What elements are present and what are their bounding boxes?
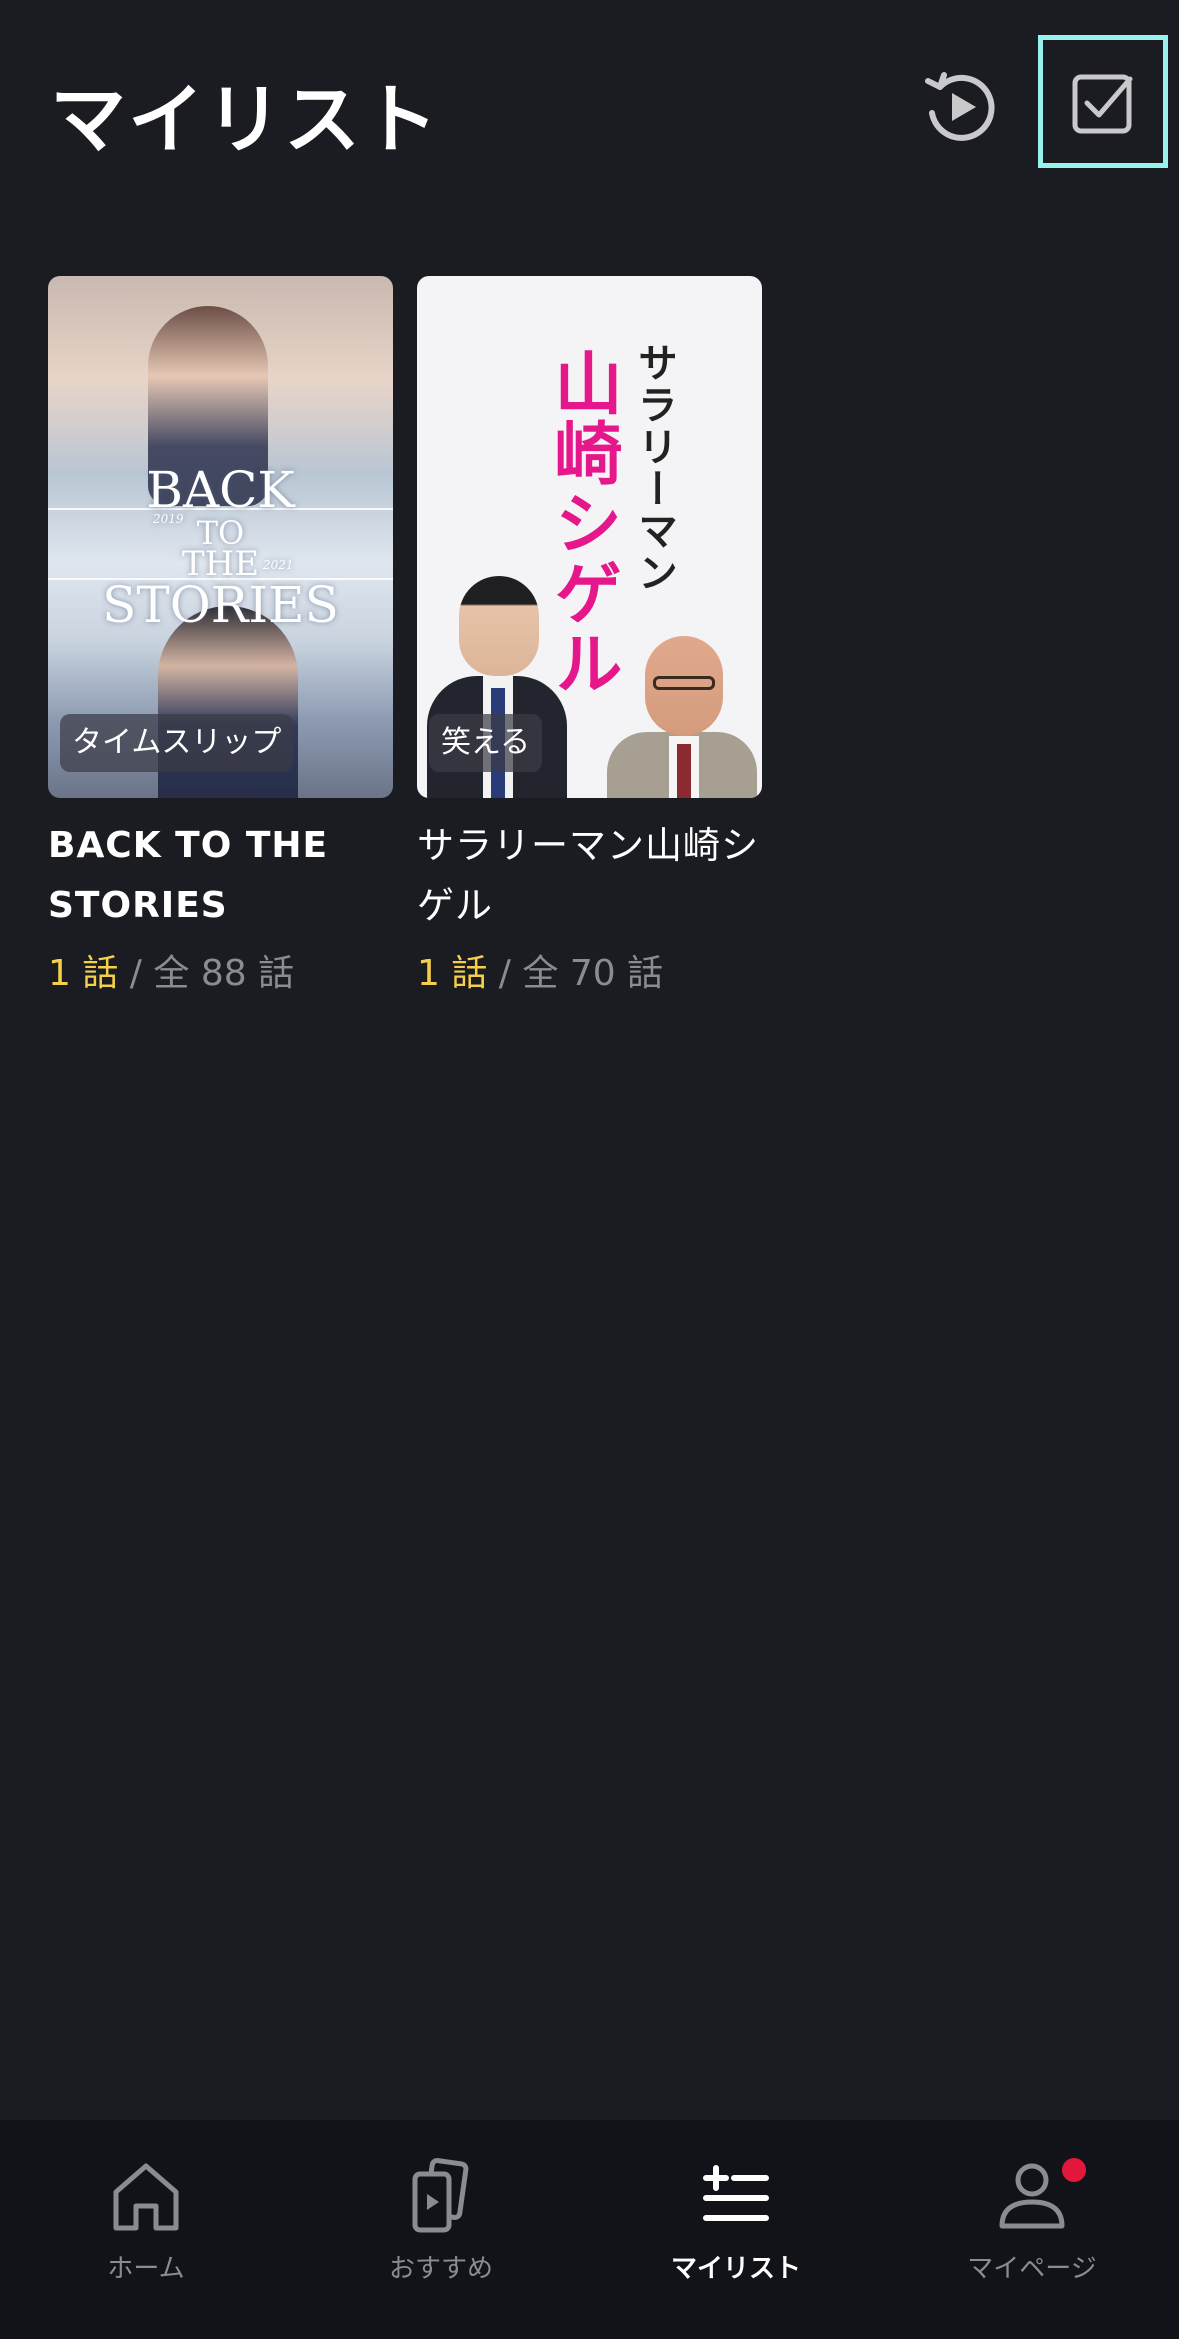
tab-label: マイリスト bbox=[670, 2254, 801, 2284]
tab-label: ホーム bbox=[107, 2254, 185, 2284]
card-title-line: BACK TO THE bbox=[48, 825, 329, 866]
user-icon bbox=[992, 2156, 1072, 2236]
episode-progress: 1 話 / 全 88 話 bbox=[48, 944, 393, 996]
card-title-line: サラリーマン山崎シ bbox=[417, 824, 759, 867]
episode-total: / 全 88 話 bbox=[118, 953, 295, 994]
mylist-card[interactable]: BACK TO THE STORIES 2019 2021 タイムスリップ BA… bbox=[48, 276, 393, 996]
genre-tag: タイムスリップ bbox=[60, 714, 294, 772]
checkbox-select-icon bbox=[1072, 74, 1133, 133]
home-icon bbox=[106, 2156, 186, 2236]
genre-tag: 笑える bbox=[429, 714, 543, 772]
poster-thumbnail[interactable]: サラリーマン 山崎シゲル 笑える bbox=[417, 276, 762, 798]
tab-mylist[interactable]: マイリスト bbox=[626, 2156, 846, 2296]
poster-title-text: STORIES bbox=[102, 576, 339, 634]
card-title[interactable]: サラリーマン山崎シ ゲル bbox=[417, 816, 762, 936]
tab-home[interactable]: ホーム bbox=[36, 2156, 256, 2296]
poster-subtitle-text: サラリーマン bbox=[631, 342, 677, 594]
episode-total: / 全 70 話 bbox=[487, 953, 664, 994]
page-title: マイリスト bbox=[50, 75, 440, 164]
mylist-card[interactable]: サラリーマン 山崎シゲル 笑える サラリーマン山崎シ ゲル 1 話 / 全 70… bbox=[417, 276, 762, 996]
card-title[interactable]: BACK TO THE STORIES bbox=[48, 816, 393, 936]
poster-title-text: BACK bbox=[146, 461, 295, 519]
poster-year: 2019 bbox=[153, 512, 184, 526]
poster-year: 2021 bbox=[263, 558, 294, 572]
history-play-icon bbox=[925, 72, 995, 141]
episode-watched: 1 話 bbox=[417, 953, 488, 994]
episode-progress: 1 話 / 全 70 話 bbox=[417, 944, 762, 996]
bottom-tab-bar: ホーム おすすめ マイリスト マイページ bbox=[0, 2120, 1179, 2339]
history-button[interactable] bbox=[915, 62, 1005, 152]
header: マイリスト bbox=[0, 0, 1179, 210]
card-title-line: STORIES bbox=[48, 885, 228, 926]
tab-label: おすすめ bbox=[388, 2254, 493, 2284]
poster-thumbnail[interactable]: BACK TO THE STORIES 2019 2021 タイムスリップ bbox=[48, 276, 393, 798]
card-title-line: ゲル bbox=[417, 884, 493, 927]
recommend-cards-icon bbox=[401, 2156, 481, 2236]
poster-person bbox=[607, 636, 757, 798]
episode-watched: 1 話 bbox=[48, 953, 119, 994]
select-edit-button[interactable] bbox=[1038, 35, 1168, 168]
mylist-add-icon bbox=[696, 2156, 776, 2236]
tab-recommend[interactable]: おすすめ bbox=[331, 2156, 551, 2296]
tab-mypage[interactable]: マイページ bbox=[922, 2156, 1142, 2296]
notification-badge bbox=[1062, 2158, 1086, 2182]
tab-label: マイページ bbox=[967, 2254, 1097, 2284]
